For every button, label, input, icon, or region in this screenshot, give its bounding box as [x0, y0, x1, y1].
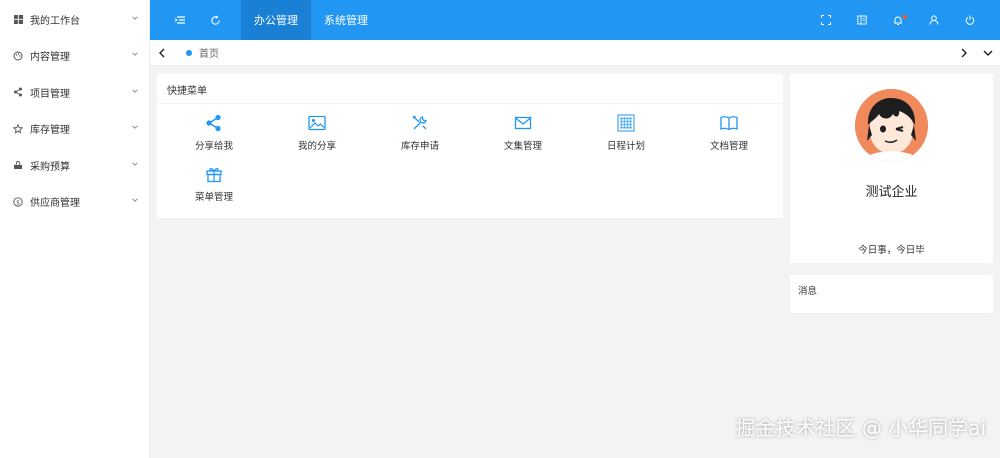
- notification-dot: [903, 15, 907, 19]
- star-icon: [12, 123, 24, 135]
- palette-icon: [12, 50, 24, 62]
- sidebar-item-inventory[interactable]: 库存管理: [0, 111, 149, 148]
- chevron-down-icon: [131, 160, 139, 171]
- tabs-scroll-right-button[interactable]: [952, 40, 976, 66]
- chevron-down-icon: [131, 50, 139, 61]
- chevron-right-icon: [961, 48, 967, 57]
- page-tabbar: 首页: [150, 40, 1000, 66]
- share-icon: [12, 86, 24, 98]
- tabs-scroll-left-button[interactable]: [150, 40, 174, 66]
- sidebar-item-label: 我的工作台: [30, 15, 80, 27]
- chevron-left-icon: [159, 48, 165, 57]
- quick-item-stock-apply[interactable]: 库存申请: [368, 114, 472, 152]
- sidebar-item-label: 项目管理: [30, 88, 70, 100]
- quick-item-menu-manage[interactable]: 菜单管理: [162, 165, 266, 203]
- quick-item-documents[interactable]: 文档管理: [677, 114, 781, 152]
- mail-icon: [514, 116, 532, 130]
- fullscreen-icon: [821, 15, 831, 25]
- quick-menu-title: 快捷菜单: [157, 74, 783, 104]
- quick-item-label: 菜单管理: [194, 192, 233, 203]
- quick-item-label: 文集管理: [503, 141, 542, 152]
- watermark: 掘金技术社区 @ 小华同学ai: [735, 416, 986, 440]
- tools-icon: [413, 116, 427, 130]
- chevron-down-icon: [131, 123, 139, 134]
- gift-icon: [206, 168, 222, 183]
- notification-button[interactable]: [880, 0, 916, 40]
- cart-icon: [12, 159, 24, 171]
- book-icon: [720, 116, 738, 131]
- tab-home-label: 首页: [199, 49, 219, 60]
- menu-fold-icon: [174, 16, 185, 24]
- quick-item-label: 文档管理: [709, 141, 748, 152]
- message-card: 消息: [790, 275, 993, 313]
- quick-item-label: 日程计划: [606, 141, 645, 152]
- chevron-down-icon: [131, 14, 139, 25]
- sidebar-item-content[interactable]: 内容管理: [0, 38, 149, 75]
- quick-item-schedule[interactable]: 日程计划: [574, 114, 678, 152]
- cartoon-avatar-icon: [855, 89, 928, 162]
- tab-office[interactable]: 办公管理: [241, 0, 311, 40]
- sidebar-item-workbench[interactable]: 我的工作台: [0, 1, 149, 38]
- sidebar-item-project[interactable]: 项目管理: [0, 74, 149, 111]
- active-tab-dot: [186, 49, 192, 56]
- windows-icon: [12, 13, 24, 25]
- sidebar-item-label: 采购预算: [30, 161, 70, 173]
- layout-icon: [857, 15, 867, 25]
- top-header: 办公管理 系统管理: [150, 0, 1000, 40]
- theme-button[interactable]: [844, 0, 880, 40]
- grid-dots-icon: [617, 114, 635, 132]
- quick-item-label: 我的分享: [297, 141, 336, 152]
- tab-system[interactable]: 系统管理: [311, 0, 381, 40]
- power-icon: [965, 15, 975, 25]
- quick-item-share-to-me[interactable]: 分享给我: [162, 114, 266, 152]
- sidebar-item-supplier[interactable]: $ 供应商管理: [0, 184, 149, 221]
- menu-toggle-button[interactable]: [165, 0, 195, 40]
- sidebar-item-label: 库存管理: [30, 125, 70, 137]
- user-icon: [929, 15, 939, 25]
- logout-button[interactable]: [952, 0, 988, 40]
- image-icon: [308, 115, 326, 131]
- chevron-down-icon: [131, 87, 139, 98]
- profile-card: 测试企业 今日事，今日毕: [790, 74, 993, 263]
- quick-item-label: 库存申请: [400, 141, 439, 152]
- tab-home[interactable]: 首页: [186, 45, 219, 60]
- avatar[interactable]: [855, 89, 928, 162]
- quick-item-collection[interactable]: 文集管理: [471, 114, 575, 152]
- share-icon: [206, 114, 221, 132]
- profile-motto: 今日事，今日毕: [858, 245, 925, 256]
- chevron-down-icon: [983, 50, 993, 56]
- sidebar: 我的工作台 内容管理 项目管理 库存管理 采购预算 $ 供应商管理: [0, 0, 150, 458]
- refresh-button[interactable]: [200, 0, 230, 40]
- quick-item-label: 分享给我: [194, 141, 233, 152]
- refresh-icon: [210, 14, 220, 25]
- quick-menu-card: 快捷菜单 分享给我 我的分享 库存申请 文集管理 日程计划 文档管理 菜单管理: [157, 74, 783, 218]
- quick-item-my-share[interactable]: 我的分享: [265, 114, 369, 152]
- company-name: 测试企业: [865, 185, 918, 200]
- bell-icon: [894, 16, 902, 25]
- user-button[interactable]: [916, 0, 952, 40]
- message-title: 消息: [798, 286, 818, 297]
- sidebar-item-label: 供应商管理: [30, 198, 80, 210]
- dollar-icon: $: [12, 196, 24, 208]
- sidebar-item-purchase[interactable]: 采购预算: [0, 147, 149, 184]
- svg-text:$: $: [16, 199, 20, 206]
- tabs-menu-button[interactable]: [976, 40, 1000, 66]
- fullscreen-button[interactable]: [808, 0, 844, 40]
- sidebar-item-label: 内容管理: [30, 52, 70, 64]
- chevron-down-icon: [131, 196, 139, 207]
